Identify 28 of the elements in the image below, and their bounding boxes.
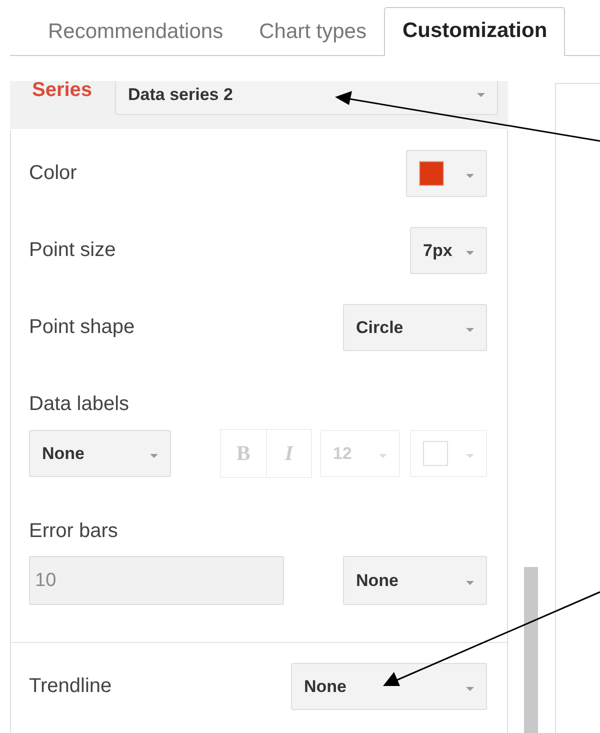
color-dropdown[interactable]: [406, 150, 487, 197]
error-bars-label: Error bars: [29, 520, 119, 542]
data-labels-dropdown[interactable]: None: [29, 430, 171, 477]
caret-icon: [466, 328, 474, 332]
point-size-label: Point size: [29, 239, 116, 262]
point-size-dropdown[interactable]: 7px: [410, 227, 487, 274]
caret-icon: [477, 93, 485, 97]
color-swatch: [422, 441, 448, 466]
point-shape-label: Point shape: [29, 316, 135, 339]
point-shape-dropdown[interactable]: Circle: [343, 304, 487, 351]
tab[interactable]: Chart types: [241, 8, 384, 56]
error-bars-dropdown[interactable]: None: [343, 556, 487, 605]
trendline-label: Trendline: [29, 675, 112, 698]
scrollbar-thumb[interactable]: [524, 567, 538, 733]
caret-icon: [466, 174, 474, 178]
tab[interactable]: Customization: [384, 7, 566, 56]
color-label: Color: [29, 162, 77, 185]
series-label: Series: [31, 81, 94, 99]
trendline-dropdown[interactable]: None: [291, 663, 487, 710]
caret-icon: [466, 454, 474, 458]
caret-icon: [466, 250, 474, 254]
caret-icon: [466, 686, 474, 690]
tab[interactable]: Recommendations: [30, 8, 242, 56]
caret-icon: [378, 454, 387, 458]
series-dropdown[interactable]: Data series 2: [115, 81, 498, 115]
caret-icon: [466, 580, 474, 584]
caret-icon: [150, 454, 158, 458]
data-labels-label: Data labels: [29, 393, 130, 415]
